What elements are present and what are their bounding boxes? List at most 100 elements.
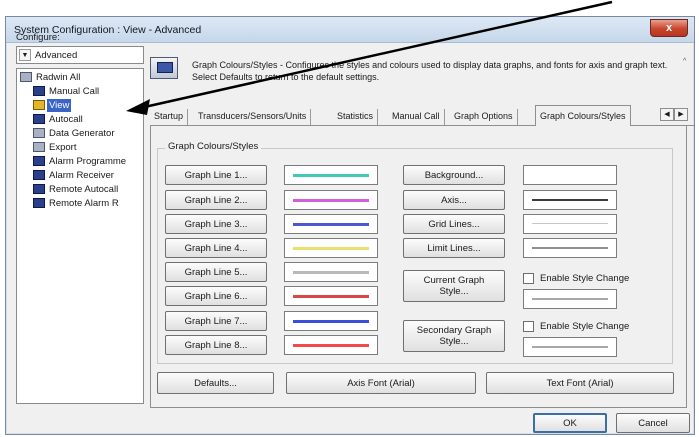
tree-item-label: Manual Call <box>49 86 100 97</box>
graph-line-6-button[interactable]: Graph Line 6... <box>165 286 267 306</box>
tab-scroll-controls: ◀ ▶ <box>660 108 692 122</box>
secondary-graph-style-button[interactable]: Secondary Graph Style... <box>403 320 505 352</box>
graph-line-5-button[interactable]: Graph Line 5... <box>165 262 267 282</box>
limit-lines-button[interactable]: Limit Lines... <box>403 238 505 258</box>
ok-button[interactable]: OK <box>533 413 607 433</box>
graph-line-6-swatch[interactable] <box>284 286 378 306</box>
tree-root-label: Radwin All <box>36 72 81 83</box>
tree-item-label: Alarm Receiver <box>49 170 114 181</box>
tree-item-label: Export <box>49 142 77 153</box>
current-graph-style-sample <box>532 298 608 300</box>
tree-item-label: Data Generator <box>49 128 115 139</box>
tab-scroll-right-icon[interactable]: ▶ <box>674 108 688 121</box>
graph-line-3-button[interactable]: Graph Line 3... <box>165 214 267 234</box>
tree-item-export[interactable]: Export <box>33 141 143 154</box>
tree-item-label: View <box>47 99 72 112</box>
graph-line-4-button[interactable]: Graph Line 4... <box>165 238 267 258</box>
graph-line-5-swatch[interactable] <box>284 262 378 282</box>
graph-line-7-swatch[interactable] <box>284 311 378 331</box>
dropdown-arrow-icon[interactable]: ▼ <box>19 49 31 61</box>
graph-line-6-sample <box>293 295 369 298</box>
grid-lines-swatch[interactable] <box>523 214 617 234</box>
graph-line-8-sample <box>293 344 369 347</box>
graph-line-7-sample <box>293 320 369 323</box>
network-icon <box>33 156 45 166</box>
view-icon <box>33 100 45 110</box>
network-icon <box>33 114 45 124</box>
tree-item-data-generator[interactable]: Data Generator <box>33 127 143 140</box>
export-icon <box>33 142 45 152</box>
secondary-graph-style-swatch[interactable] <box>523 337 617 357</box>
graph-line-8-swatch[interactable] <box>284 335 378 355</box>
graph-line-3-swatch[interactable] <box>284 214 378 234</box>
grid-lines-sample <box>532 223 608 224</box>
tab-statistics[interactable]: Statistics <box>333 109 379 125</box>
background-button[interactable]: Background... <box>403 165 505 185</box>
tree-item-alarm-programme[interactable]: Alarm Programme <box>33 155 143 168</box>
title-bar[interactable]: System Configuration : View - Advanced x <box>6 17 694 43</box>
cancel-button[interactable]: Cancel <box>616 413 690 433</box>
tab-startup[interactable]: Startup <box>150 109 189 125</box>
tree-item-label: Remote Autocall <box>49 184 119 195</box>
tree-item-label: Remote Alarm R <box>49 198 119 209</box>
secondary-graph-style-sample <box>532 346 608 348</box>
tree-item-remote-alarm-r[interactable]: Remote Alarm R <box>33 197 143 210</box>
graph-line-8-button[interactable]: Graph Line 8... <box>165 335 267 355</box>
graph-line-7-button[interactable]: Graph Line 7... <box>165 311 267 331</box>
enable-style-change-label-1: Enable Style Change <box>540 273 630 284</box>
close-button[interactable]: x <box>650 19 688 37</box>
enable-style-change-checkbox-1[interactable] <box>523 273 534 284</box>
section-description: Graph Colours/Styles - Configures the st… <box>192 60 668 82</box>
tab-graph-options[interactable]: Graph Options <box>450 109 518 125</box>
current-graph-style-button[interactable]: Current Graph Style... <box>403 270 505 302</box>
tab-manual-call[interactable]: Manual Call <box>388 109 445 125</box>
configure-select[interactable]: ▼ Advanced <box>16 46 144 64</box>
graph-line-3-sample <box>293 223 369 226</box>
defaults-button[interactable]: Defaults... <box>157 372 274 394</box>
enable-style-change-checkbox-2[interactable] <box>523 321 534 332</box>
graph-line-1-sample <box>293 174 369 177</box>
axis-sample <box>532 199 608 201</box>
configure-label: Configure: <box>16 32 60 43</box>
graph-settings-icon <box>150 57 178 79</box>
background-swatch[interactable] <box>523 165 617 185</box>
graph-line-1-swatch[interactable] <box>284 165 378 185</box>
axis-button[interactable]: Axis... <box>403 190 505 210</box>
limit-lines-sample <box>532 247 608 249</box>
tree-item-label: Autocall <box>49 114 83 125</box>
limit-lines-swatch[interactable] <box>523 238 617 258</box>
tab-graph-colours-styles[interactable]: Graph Colours/Styles <box>535 105 631 127</box>
graph-line-1-button[interactable]: Graph Line 1... <box>165 165 267 185</box>
graph-line-5-sample <box>293 271 369 274</box>
graph-line-4-sample <box>293 247 369 250</box>
tree-item-autocall[interactable]: Autocall <box>33 113 143 126</box>
enable-style-change-label-2: Enable Style Change <box>540 321 630 332</box>
description-scroll-up-icon[interactable]: ^ <box>683 58 686 65</box>
network-icon <box>33 86 45 96</box>
graph-line-2-swatch[interactable] <box>284 190 378 210</box>
network-icon <box>33 184 45 194</box>
graph-line-2-sample <box>293 199 369 202</box>
axis-font-button[interactable]: Axis Font (Arial) <box>286 372 476 394</box>
configure-tree[interactable]: Radwin All Manual Call View Autocall Dat… <box>16 68 144 404</box>
computer-icon <box>20 72 32 82</box>
network-icon <box>33 198 45 208</box>
graph-line-4-swatch[interactable] <box>284 238 378 258</box>
axis-swatch[interactable] <box>523 190 617 210</box>
tab-strip: Startup Transducers/Sensors/Units Statis… <box>150 104 695 127</box>
generator-icon <box>33 128 45 138</box>
network-icon <box>33 170 45 180</box>
tab-transducers[interactable]: Transducers/Sensors/Units <box>194 109 312 125</box>
current-graph-style-swatch[interactable] <box>523 289 617 309</box>
tree-root[interactable]: Radwin All <box>20 71 140 84</box>
tree-item-manual-call[interactable]: Manual Call <box>33 85 143 98</box>
tree-item-alarm-receiver[interactable]: Alarm Receiver <box>33 169 143 182</box>
tree-item-remote-autocall[interactable]: Remote Autocall <box>33 183 143 196</box>
grid-lines-button[interactable]: Grid Lines... <box>403 214 505 234</box>
text-font-button[interactable]: Text Font (Arial) <box>486 372 674 394</box>
tree-item-view[interactable]: View <box>33 99 143 112</box>
graph-line-2-button[interactable]: Graph Line 2... <box>165 190 267 210</box>
tree-item-label: Alarm Programme <box>49 156 127 167</box>
group-label: Graph Colours/Styles <box>165 141 262 152</box>
tab-scroll-left-icon[interactable]: ◀ <box>660 108 674 121</box>
